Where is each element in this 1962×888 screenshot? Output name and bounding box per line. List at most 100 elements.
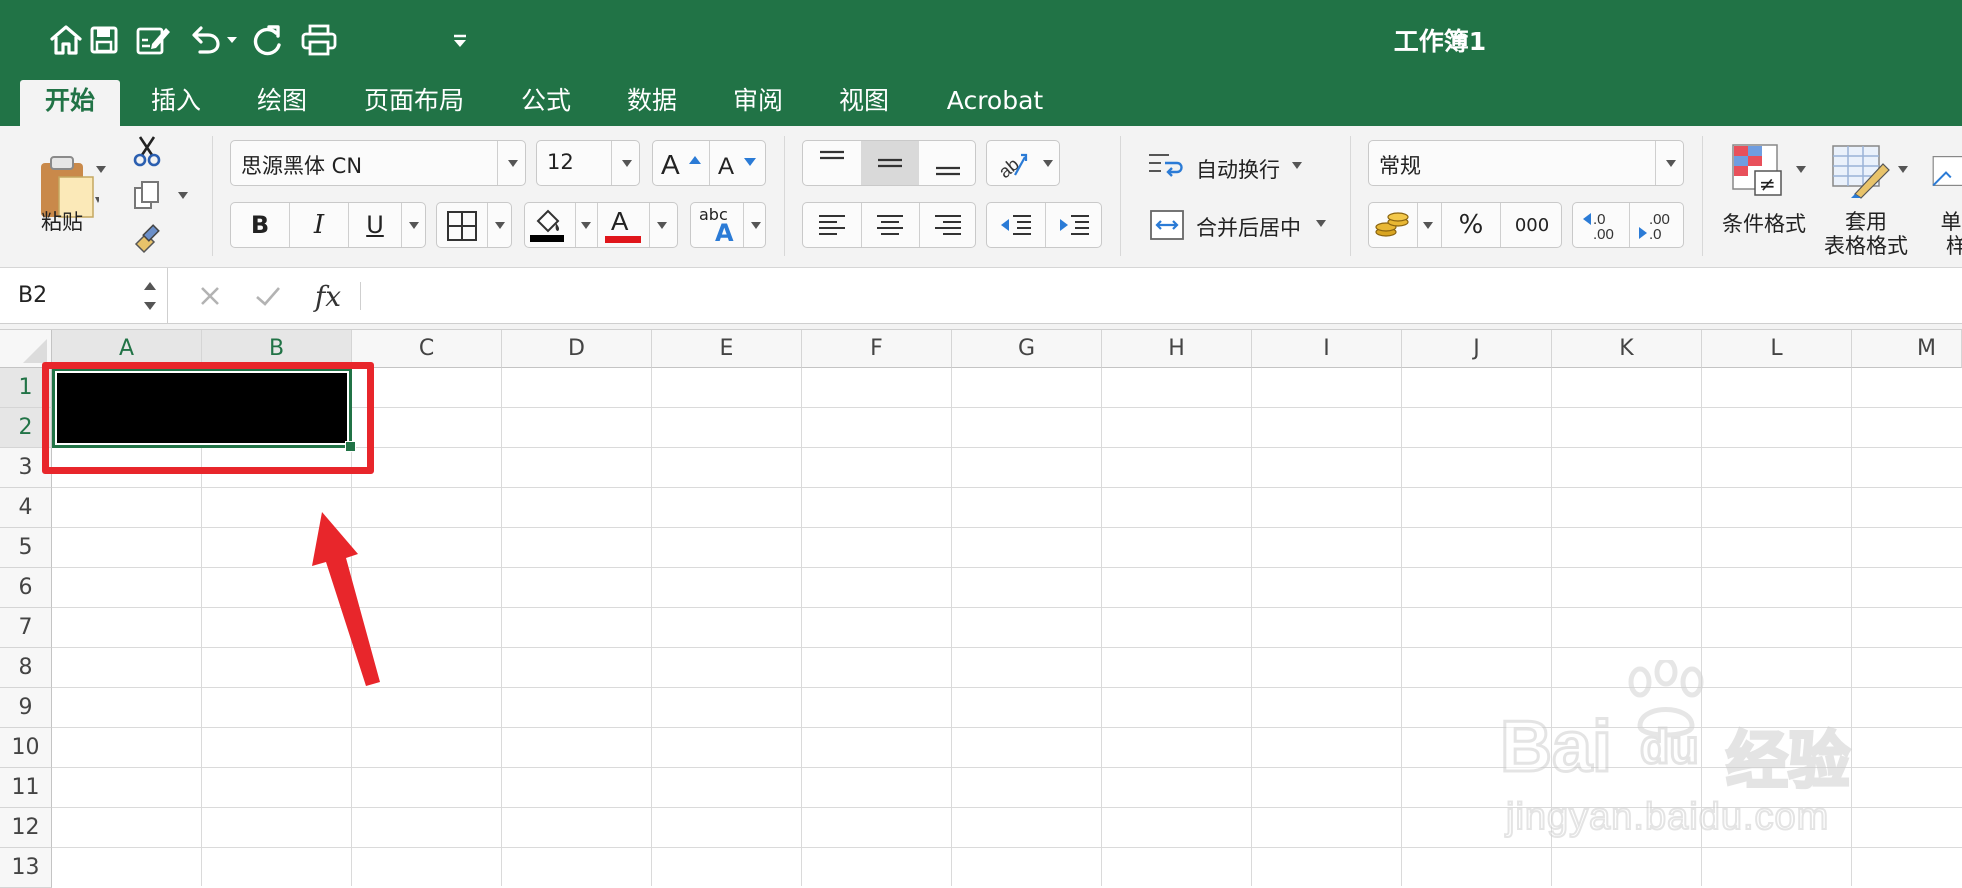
ribbon-separator (212, 136, 213, 256)
chevron-down-icon (622, 160, 632, 167)
column-header-h[interactable]: H (1102, 330, 1252, 368)
increase-indent-button[interactable] (1045, 203, 1103, 247)
column-header-d[interactable]: D (502, 330, 652, 368)
confirm-entry-icon[interactable] (250, 280, 286, 312)
gridline (52, 767, 1962, 768)
align-middle-button[interactable] (861, 141, 919, 185)
row-header-12[interactable]: 12 (0, 808, 52, 848)
column-header-c[interactable]: C (352, 330, 502, 368)
align-left-button[interactable] (803, 203, 861, 247)
percent-button[interactable]: % (1442, 203, 1500, 247)
wrap-text-icon[interactable] (1146, 148, 1188, 182)
align-right-button[interactable] (919, 203, 977, 247)
merge-center-label[interactable]: 合并后居中 (1196, 212, 1301, 242)
font-size-adjust-group: A A (652, 140, 766, 186)
decrease-font-size-button[interactable]: A (710, 141, 766, 185)
ribbon-home: 粘贴 思源黑体 CN 12 A A B I U A abc A ab 自动换行 … (0, 126, 1962, 268)
divider (487, 203, 488, 247)
row-header-9[interactable]: 9 (0, 688, 52, 728)
number-format-dropdown[interactable]: 常规 (1368, 140, 1684, 186)
chevron-down-icon[interactable] (1292, 162, 1302, 169)
borders-button[interactable] (436, 202, 512, 248)
row-header-8[interactable]: 8 (0, 648, 52, 688)
tab-review[interactable]: 审阅 (718, 80, 798, 126)
currency-icon[interactable] (1371, 205, 1415, 245)
format-as-table-label-1: 套用 (1845, 210, 1887, 234)
row-header-7[interactable]: 7 (0, 608, 52, 648)
chevron-down-icon[interactable] (581, 222, 591, 229)
chevron-down-icon[interactable] (657, 222, 667, 229)
cell-styles-icon[interactable] (1930, 140, 1962, 202)
format-painter-icon[interactable] (130, 222, 164, 256)
gridline (1101, 368, 1102, 886)
row-header-11[interactable]: 11 (0, 768, 52, 808)
fill-color-button[interactable] (527, 205, 567, 245)
decrease-decimal-button[interactable]: .00.0 (1629, 203, 1685, 247)
edit-sheet-icon[interactable] (134, 16, 174, 64)
name-box[interactable]: B2 (0, 268, 168, 324)
insert-function-button[interactable]: fx (306, 278, 350, 314)
chevron-down-icon[interactable] (409, 222, 419, 229)
merge-center-icon[interactable] (1146, 208, 1188, 242)
conditional-formatting-icon[interactable]: ≠ (1724, 140, 1794, 202)
text-effects-button[interactable]: abc A (690, 202, 766, 248)
column-header-k[interactable]: K (1552, 330, 1702, 368)
chevron-down-icon[interactable] (1898, 166, 1908, 173)
thousands-separator-button[interactable]: 000 (1501, 203, 1563, 247)
column-header-i[interactable]: I (1252, 330, 1402, 368)
copy-icon[interactable] (130, 178, 164, 212)
undo-icon[interactable] (186, 16, 238, 64)
chevron-down-icon[interactable] (1316, 220, 1326, 227)
orientation-button[interactable]: ab (986, 140, 1060, 186)
row-header-6[interactable]: 6 (0, 568, 52, 608)
cancel-entry-icon[interactable] (192, 280, 228, 312)
save-icon[interactable] (88, 16, 120, 64)
align-top-button[interactable] (803, 141, 861, 185)
column-header-e[interactable]: E (652, 330, 802, 368)
font-color-button[interactable]: A (603, 205, 643, 245)
row-header-13[interactable]: 13 (0, 848, 52, 888)
increase-decimal-button[interactable]: .0.00 (1573, 203, 1629, 247)
align-bottom-button[interactable] (919, 141, 977, 185)
increase-font-size-button[interactable]: A (653, 141, 709, 185)
underline-button[interactable]: U (349, 203, 401, 247)
row-header-4[interactable]: 4 (0, 488, 52, 528)
tab-data[interactable]: 数据 (612, 80, 692, 126)
tab-formulas[interactable]: 公式 (506, 80, 586, 126)
column-header-j[interactable]: J (1402, 330, 1552, 368)
cut-icon[interactable] (130, 134, 164, 168)
italic-button[interactable]: I (290, 203, 348, 247)
format-as-table-icon[interactable] (1826, 140, 1896, 202)
column-header-l[interactable]: L (1702, 330, 1852, 368)
tab-home[interactable]: 开始 (20, 80, 120, 126)
column-header-g[interactable]: G (952, 330, 1102, 368)
redo-icon[interactable] (248, 16, 288, 64)
svg-text:A: A (718, 153, 734, 178)
home-icon[interactable] (44, 16, 88, 64)
column-header-f[interactable]: F (802, 330, 952, 368)
formula-input[interactable] (372, 268, 1952, 324)
bold-button[interactable]: B (231, 203, 289, 247)
print-icon[interactable] (300, 16, 338, 64)
chevron-down-icon[interactable] (1796, 166, 1806, 173)
tab-insert[interactable]: 插入 (136, 80, 216, 126)
tab-page-layout[interactable]: 页面布局 (352, 80, 476, 126)
chevron-down-icon[interactable] (178, 192, 188, 199)
tab-acrobat[interactable]: Acrobat (930, 80, 1060, 126)
align-center-button[interactable] (861, 203, 919, 247)
chevron-down-icon[interactable] (96, 166, 106, 173)
font-size-dropdown[interactable]: 12 (536, 140, 640, 186)
tab-view[interactable]: 视图 (824, 80, 904, 126)
worksheet-grid[interactable]: A B C D E F G H I J K L M 1 2 3 4 5 6 7 … (0, 330, 1962, 888)
customize-toolbar-icon[interactable] (448, 16, 472, 64)
decrease-indent-button[interactable] (987, 203, 1045, 247)
row-header-5[interactable]: 5 (0, 528, 52, 568)
column-header-m[interactable]: M (1852, 330, 1962, 368)
chevron-down-icon[interactable] (1423, 222, 1433, 229)
row-header-10[interactable]: 10 (0, 728, 52, 768)
font-name-dropdown[interactable]: 思源黑体 CN (230, 140, 526, 186)
gridline (651, 368, 652, 886)
cell-styles-label-2: 样 (1946, 234, 1962, 258)
wrap-text-label[interactable]: 自动换行 (1196, 154, 1280, 184)
tab-draw[interactable]: 绘图 (242, 80, 322, 126)
